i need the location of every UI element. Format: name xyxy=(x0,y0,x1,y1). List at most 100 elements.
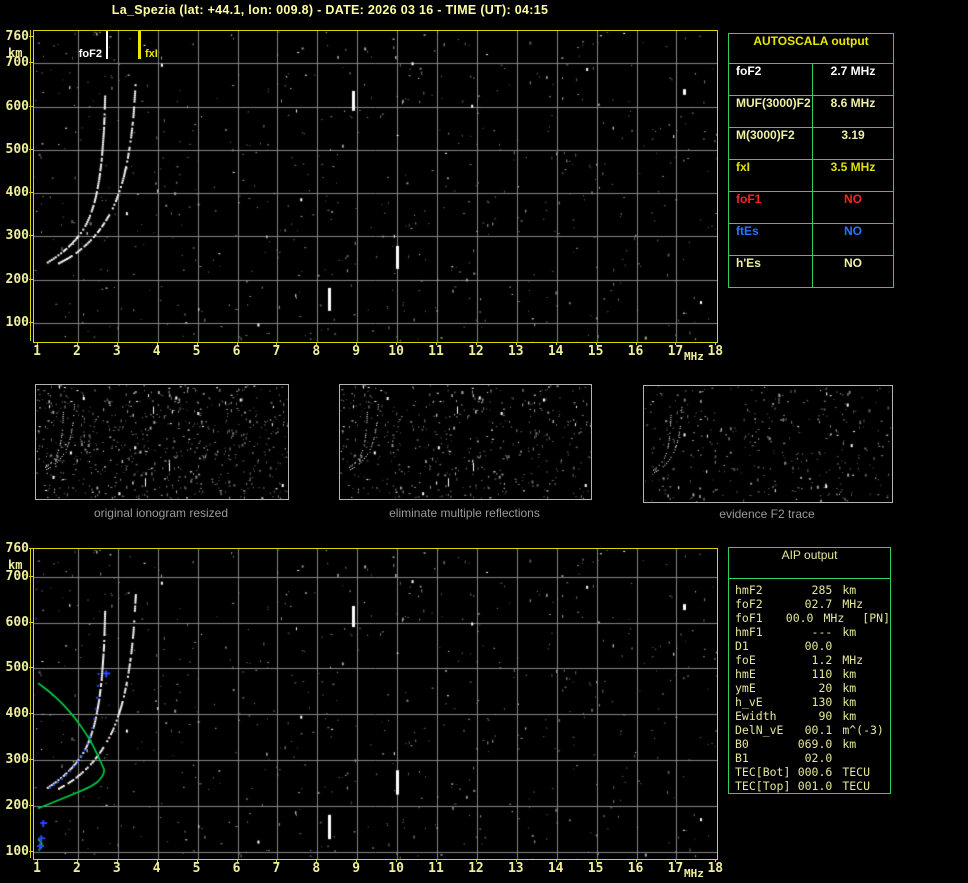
y-tick xyxy=(29,192,33,194)
y-tick xyxy=(29,759,33,761)
aip-param-unit xyxy=(832,639,888,653)
y-tick xyxy=(29,805,33,807)
aip-param-note xyxy=(888,751,890,765)
y-tick-label: 200 xyxy=(5,798,29,814)
x-tick xyxy=(715,342,717,345)
aip-param-value: --- xyxy=(811,625,833,639)
aip-param-label: Ewidth xyxy=(735,709,777,723)
y-tick-label: 400 xyxy=(5,185,29,201)
y-tick xyxy=(29,36,33,38)
x-tick-label: 15 xyxy=(587,344,604,359)
y-tick xyxy=(29,621,33,623)
aip-param-unit xyxy=(832,751,888,765)
fof2-marker-line xyxy=(106,31,108,59)
x-tick xyxy=(156,859,158,862)
autoscala-param-value: NO xyxy=(844,256,862,270)
autoscala-param-label: foF2 xyxy=(729,64,813,95)
x-tick xyxy=(555,342,557,345)
x-tick xyxy=(276,859,278,862)
x-tick xyxy=(475,342,477,345)
aip-param-value: 069.0 xyxy=(797,737,833,751)
x-tick-label: 13 xyxy=(507,861,524,876)
y-tick-label: 700 xyxy=(5,55,29,71)
x-tick-label: 1 xyxy=(33,861,41,876)
x-tick-label: 18 xyxy=(707,861,724,876)
aip-row-hmF2: hmF2 285 km xyxy=(735,583,890,597)
x-tick-label: 17 xyxy=(667,861,684,876)
aip-param-label: foF1 xyxy=(735,611,763,625)
aip-param-label: TEC[Top] xyxy=(735,779,791,793)
x-tick xyxy=(356,859,358,862)
x-tick xyxy=(436,342,437,345)
fof2-marker-label: foF2 xyxy=(78,48,102,60)
aip-param-value: 90 xyxy=(818,709,833,723)
aip-row-ymE: ymE 20 km xyxy=(735,681,890,695)
autoscala-param-value: 3.5 MHz xyxy=(830,160,876,174)
aip-param-note xyxy=(888,765,890,779)
aip-param-note xyxy=(888,709,890,723)
autoscala-param-value: 8.6 MHz xyxy=(830,96,876,110)
x-tick-label: 12 xyxy=(468,344,484,359)
aip-param-label: B0 xyxy=(735,737,749,751)
x-tick xyxy=(76,342,78,345)
y-tick xyxy=(29,322,33,323)
autoscala-param-label: M(3000)F2 xyxy=(729,128,813,159)
x-tick-label: 11 xyxy=(428,344,444,359)
x-tick xyxy=(37,342,38,345)
y-tick xyxy=(29,713,33,715)
autoscala-row-foF2: foF2 2.7 MHz xyxy=(729,64,893,96)
thumb-f2trace-caption: evidence F2 trace xyxy=(719,507,815,521)
aip-x-axis-unit-label: MHz xyxy=(684,867,704,880)
x-tick xyxy=(595,859,597,862)
aip-row-D1: D1 00.0 xyxy=(735,639,890,653)
x-tick xyxy=(236,342,238,345)
y-tick-label: 600 xyxy=(5,614,29,630)
y-tick-label: 500 xyxy=(5,141,29,157)
autoscala-row-fxI: fxI 3.5 MHz xyxy=(729,160,893,192)
aip-param-unit: km xyxy=(842,681,857,695)
y-tick xyxy=(29,105,33,107)
aip-param-value: 285 xyxy=(811,583,833,597)
aip-param-note xyxy=(888,625,890,639)
y-tick xyxy=(29,278,33,280)
aip-param-value: 130 xyxy=(811,695,833,709)
aip-table-rows: hmF2 285 km foF2 02.7 MHz foF1 00.0 MHz [PN] hmF1-… xyxy=(729,579,890,793)
x-tick-label: 6 xyxy=(232,344,241,359)
aip-param-value: 110 xyxy=(811,667,833,681)
thumb-original-ionogram xyxy=(35,384,289,500)
autoscala-param-value: 2.7 MHz xyxy=(830,64,876,78)
x-tick xyxy=(236,859,238,862)
aip-param-value: 02.0 xyxy=(804,751,833,765)
aip-param-unit: km xyxy=(842,737,857,751)
thumb-filtered-caption: eliminate multiple reflections xyxy=(389,506,540,520)
aip-param-label: hmF1 xyxy=(735,625,763,639)
autoscala-row-MUF(3000)F2: MUF(3000)F2 8.6 MHz xyxy=(729,96,893,128)
autoscala-param-value: 3.19 xyxy=(841,128,865,142)
aip-table-header: AIP output xyxy=(729,548,890,579)
x-tick-label: 6 xyxy=(232,861,241,876)
aip-param-label: TEC[Bot] xyxy=(735,765,791,779)
x-tick-label: 13 xyxy=(507,344,524,359)
thumb-filtered-canvas xyxy=(340,385,591,499)
thumb-f2trace-ionogram xyxy=(643,385,893,503)
x-tick xyxy=(356,342,358,345)
autoscala-row-h'Es: h'Es NO xyxy=(729,256,893,287)
x-tick-label: 4 xyxy=(152,344,161,359)
aip-param-label: foF2 xyxy=(735,597,763,611)
x-tick-label: 8 xyxy=(312,344,321,359)
aip-param-label: DelN_vE xyxy=(735,723,784,737)
y-tick-label: 300 xyxy=(5,752,29,768)
thumb-original-caption: original ionogram resized xyxy=(93,506,229,520)
y-tick xyxy=(29,851,33,852)
aip-param-value: 00.1 xyxy=(804,723,833,737)
x-tick xyxy=(196,342,198,345)
x-tick xyxy=(635,859,637,862)
aip-param-label: D1 xyxy=(735,639,749,653)
aip-param-unit: km xyxy=(842,667,857,681)
autoscala-output-table: AUTOSCALA output foF2 2.7 MHz MUF(3000)F2 8… xyxy=(728,33,894,288)
x-tick-label: 1 xyxy=(33,344,41,359)
aip-param-note: [PN] xyxy=(862,611,890,625)
aip-param-note xyxy=(888,653,890,667)
x-tick-label: 10 xyxy=(388,861,404,876)
x-tick-label: 3 xyxy=(112,344,121,359)
